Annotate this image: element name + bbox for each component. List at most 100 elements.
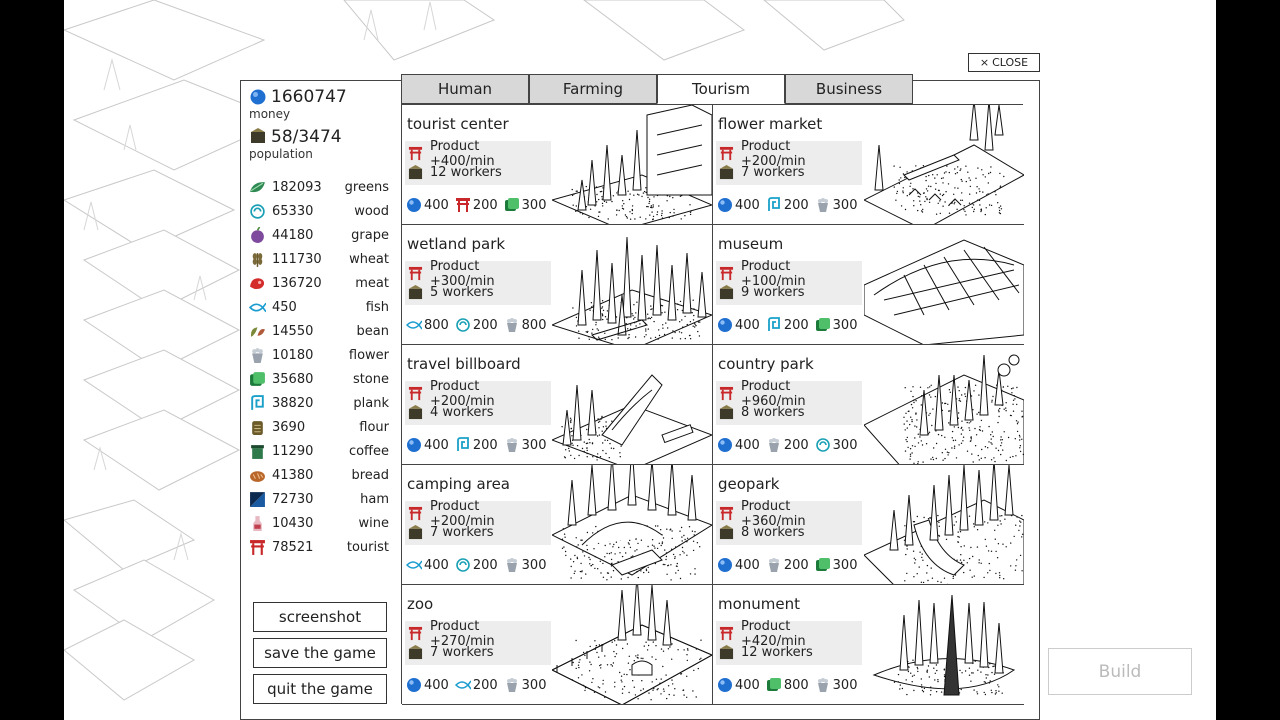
travel-billboard-illustration [552, 374, 712, 464]
building-info: Product +200/min 7 workers [716, 139, 862, 185]
resource-row-tourist: 78521 tourist [249, 535, 389, 559]
tourist-icon [719, 506, 734, 521]
tourist-icon [408, 146, 423, 161]
cost-amount: 400 [424, 677, 449, 693]
cost-amount: 300 [832, 677, 858, 693]
cost-item: 800 [766, 677, 809, 693]
cost-amount: 200 [783, 437, 809, 453]
resource-value: 38820 [272, 395, 314, 411]
product-rate: Product +200/min [429, 378, 495, 409]
resource-name: stone [352, 371, 389, 387]
workers-icon [719, 525, 734, 540]
product-line: Product +100/min [719, 259, 859, 289]
cost-amount: 400 [424, 557, 449, 573]
screenshot-button[interactable]: screenshot [253, 602, 387, 632]
building-name: monument [718, 595, 801, 613]
save-game-button[interactable]: save the game [253, 638, 387, 668]
flower-market-illustration [864, 105, 1024, 224]
greens-icon [250, 181, 265, 192]
cost-amount: 800 [424, 317, 449, 333]
resource-value: 450 [272, 299, 297, 315]
resource-row-meat: 136720 meat [249, 271, 389, 295]
cost-amount: 200 [472, 197, 498, 213]
resource-value: 11290 [272, 443, 314, 459]
stone-icon [815, 318, 830, 331]
workers-count: 7 workers [430, 645, 494, 660]
resource-row-stone: 35680 stone [249, 367, 389, 391]
building-card-tourist-center[interactable]: tourist center Product +400/min 12 workers… [402, 105, 713, 225]
museum-illustration [864, 239, 1024, 344]
zoo-illustration [552, 585, 712, 704]
building-card-flower-market[interactable]: flower market Product +200/min 7 workers 40… [713, 105, 1024, 225]
product-line: Product +960/min [719, 379, 859, 409]
tourist-icon [408, 386, 423, 401]
product-rate: Product +270/min [429, 618, 495, 649]
building-card-monument[interactable]: monument Product +420/min 12 workers 400 800… [713, 585, 1024, 705]
building-name: geopark [718, 475, 780, 493]
tab-tourism[interactable]: Tourism [657, 74, 785, 104]
cost-amount: 400 [735, 557, 760, 573]
resource-name: bread [351, 467, 389, 483]
resource-name: flower [348, 347, 389, 363]
game-viewport[interactable]: × CLOSE 1660747 money 58/3474 population… [64, 0, 1216, 720]
workers-count: 12 workers [430, 165, 502, 180]
cost-amount: 200 [472, 437, 498, 453]
building-card-geopark[interactable]: geopark Product +360/min 8 workers 400 200 30… [713, 465, 1024, 585]
cost-amount: 300 [521, 557, 547, 573]
resource-row-greens: 182093 greens [249, 175, 389, 199]
building-info: Product +200/min 7 workers [405, 499, 551, 545]
resource-row-flour: 3690 flour [249, 415, 389, 439]
building-cost: 400 200 300 [406, 677, 547, 693]
wood-icon [456, 318, 470, 332]
cost-amount: 300 [832, 317, 858, 333]
wood-icon [815, 438, 830, 452]
bean-icon [250, 326, 265, 337]
tab-farming[interactable]: Farming [529, 74, 657, 104]
cost-item: 300 [815, 557, 857, 573]
cost-item: 800 [504, 317, 546, 333]
money-row: 1660747 [249, 87, 347, 107]
fish-icon [454, 680, 471, 690]
cost-amount: 200 [783, 197, 809, 213]
close-label: CLOSE [992, 56, 1029, 69]
resource-name: plank [353, 395, 389, 411]
resource-row-grape: 44180 grape [249, 223, 389, 247]
resource-name: greens [344, 179, 389, 195]
building-card-camping-area[interactable]: camping area Product +200/min 7 workers 400… [402, 465, 713, 585]
building-name: camping area [407, 475, 510, 493]
tourist-icon [719, 386, 734, 401]
stone-icon [250, 371, 265, 386]
close-button[interactable]: × CLOSE [968, 53, 1040, 72]
resource-row-flower: 10180 flower [249, 343, 389, 367]
workers-icon [408, 285, 423, 300]
flower-icon [506, 438, 517, 452]
bread-icon [250, 470, 265, 482]
wheat-icon [252, 252, 263, 267]
building-card-wetland-park[interactable]: wetland park Product +300/min 5 workers 800… [402, 225, 713, 345]
resource-value: 65330 [272, 203, 314, 219]
building-info: Product +300/min 5 workers [405, 259, 551, 305]
building-card-travel-billboard[interactable]: travel billboard Product +200/min 4 worker… [402, 345, 713, 465]
building-card-zoo[interactable]: zoo Product +270/min 7 workers 400 200 300 [402, 585, 713, 705]
tourist-icon [719, 266, 734, 281]
money-icon [718, 678, 732, 692]
product-rate: Product +420/min [740, 618, 806, 649]
resource-value: 136720 [272, 275, 322, 291]
building-card-country-park[interactable]: country park Product +960/min 8 workers 400… [713, 345, 1024, 465]
quit-game-button[interactable]: quit the game [253, 674, 387, 704]
build-button[interactable]: Build [1048, 648, 1192, 695]
tab-human[interactable]: Human [401, 74, 529, 104]
building-info: Product +960/min 8 workers [716, 379, 862, 425]
resource-value: 3690 [272, 419, 306, 435]
tourist-center-illustration [552, 105, 712, 224]
resource-name: wood [354, 203, 389, 219]
building-cost: 400 200 300 [717, 437, 858, 453]
cost-item: 400 [406, 677, 449, 693]
product-rate: Product +960/min [740, 378, 806, 409]
building-card-museum[interactable]: museum Product +100/min 9 workers 400 200 300 [713, 225, 1024, 345]
resource-row-plank: 38820 plank [249, 391, 389, 415]
resource-value: 10430 [272, 515, 314, 531]
meat-icon [250, 277, 265, 289]
tab-business[interactable]: Business [785, 74, 913, 104]
cost-amount: 400 [735, 197, 760, 213]
